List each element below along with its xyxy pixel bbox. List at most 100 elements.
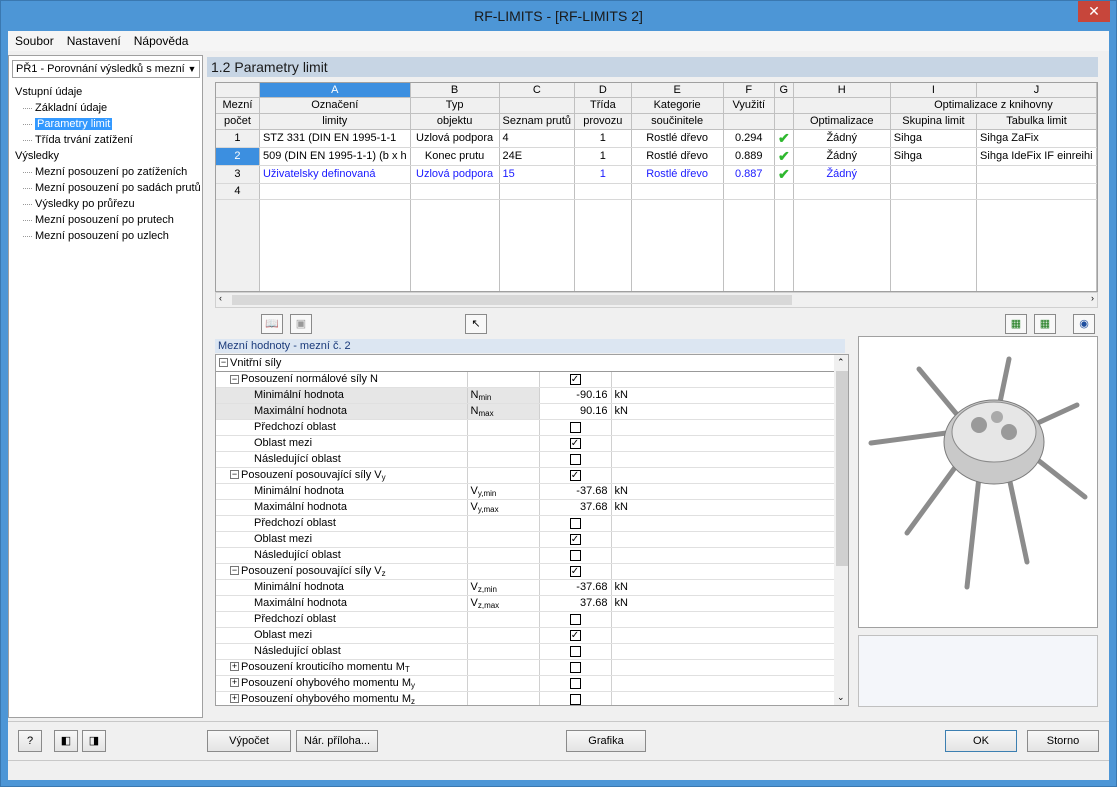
collapse-icon[interactable]: − <box>219 358 228 368</box>
cell-optimization[interactable]: Žádný <box>793 165 891 184</box>
column-letter[interactable]: F <box>723 83 775 98</box>
cell-limit-group[interactable] <box>890 165 978 184</box>
cell-optimization[interactable]: Žádný <box>793 129 891 148</box>
property-row[interactable]: Oblast mezi ✓ <box>216 531 835 548</box>
table-row[interactable]: 2 509 (DIN EN 1995-1-1) (b x h Konec prutu… <box>216 147 1097 166</box>
property-row[interactable]: Následující oblast <box>216 643 835 660</box>
cell-optimization[interactable]: Žádný <box>793 147 891 166</box>
previous-button[interactable]: ◧ <box>54 730 78 752</box>
property-row[interactable]: Maximální hodnota Nmax 90.16 kN <box>216 403 835 420</box>
nav-item[interactable]: Vstupní údaje <box>15 84 201 100</box>
property-row[interactable]: − Posouzení normálové síly N ✓ <box>216 371 835 388</box>
expand-icon[interactable]: + <box>230 662 239 672</box>
collapse-icon[interactable]: − <box>230 374 239 384</box>
value-cell[interactable]: ✓ <box>539 467 612 484</box>
nav-item[interactable]: Mezní posouzení po sadách prutů <box>15 180 201 196</box>
checkbox-checked[interactable]: ✓ <box>569 533 581 545</box>
value-cell[interactable] <box>539 675 612 692</box>
cell-limit-group[interactable]: Sihga <box>890 147 978 166</box>
property-row[interactable]: Předchozí oblast <box>216 419 835 436</box>
cell-designation[interactable]: 509 (DIN EN 1995-1-1) (b x h <box>259 147 411 166</box>
property-row[interactable]: + Posouzení ohybového momentu My <box>216 675 835 692</box>
property-row[interactable]: Oblast mezi ✓ <box>216 435 835 452</box>
checkbox-checked[interactable]: ✓ <box>569 629 581 641</box>
property-row[interactable]: Minimální hodnota Vz,min -37.68 kN <box>216 579 835 596</box>
property-row[interactable]: + Posouzení ohybového momentu Mz <box>216 691 835 705</box>
checkbox-checked[interactable]: ✓ <box>569 469 581 481</box>
cell-object-type[interactable] <box>410 183 500 200</box>
property-row[interactable]: − Vnitřní síly <box>216 355 835 372</box>
nav-item[interactable]: Výsledky <box>15 148 201 164</box>
national-annex-button[interactable]: Nár. příloha... <box>296 730 378 752</box>
collapse-icon[interactable]: − <box>230 566 239 576</box>
checkbox-checked[interactable]: ✓ <box>569 373 581 385</box>
value-cell[interactable] <box>539 611 612 628</box>
vscroll-thumb[interactable] <box>836 371 848 566</box>
cell-optimization[interactable] <box>793 183 891 200</box>
checkbox-checked[interactable]: ✓ <box>569 565 581 577</box>
value-cell[interactable]: 37.68 <box>539 595 612 612</box>
cell-member-list[interactable]: 24E <box>499 147 576 166</box>
row-number[interactable]: 3 <box>216 165 260 184</box>
column-letter[interactable]: C <box>499 83 576 98</box>
nav-item[interactable]: Mezní posouzení po prutech <box>15 212 201 228</box>
property-row[interactable]: + Posouzení krouticího momentu MT <box>216 659 835 676</box>
value-cell[interactable] <box>539 451 612 468</box>
close-button[interactable]: ✕ <box>1078 1 1110 22</box>
value-cell[interactable] <box>539 643 612 660</box>
value-cell[interactable] <box>539 659 612 676</box>
checkbox-unchecked[interactable] <box>569 421 581 433</box>
collapse-icon[interactable]: − <box>230 470 239 480</box>
save-to-library-button[interactable]: ▣ <box>290 314 312 334</box>
view-button[interactable]: ◉ <box>1073 314 1095 334</box>
checkbox-unchecked[interactable] <box>569 661 581 673</box>
cell-category[interactable]: Rostlé dřevo <box>631 147 724 166</box>
value-cell[interactable]: ✓ <box>539 371 612 388</box>
nav-item[interactable]: Výsledky po průřezu <box>15 196 201 212</box>
row-number[interactable]: 4 <box>216 183 260 200</box>
cell-limit-table[interactable] <box>976 165 1097 184</box>
cell-category[interactable]: Rostlé dřevo <box>631 165 724 184</box>
cell-limit-group[interactable] <box>890 183 978 200</box>
table-row[interactable]: 1 STZ 331 (DIN EN 1995-1-1 Uzlová podpora 4… <box>216 129 1097 148</box>
cell-member-list[interactable]: 15 <box>499 165 576 184</box>
cell-designation[interactable] <box>259 183 411 200</box>
property-row[interactable]: Maximální hodnota Vz,max 37.68 kN <box>216 595 835 612</box>
cell-designation[interactable]: Uživatelsky definovaná <box>259 165 411 184</box>
cancel-button[interactable]: Storno <box>1027 730 1099 752</box>
column-letter[interactable]: E <box>631 83 724 98</box>
cell-utilization[interactable]: 0.889 <box>723 147 775 166</box>
column-letter[interactable]: J <box>976 83 1097 98</box>
cell-service-class[interactable]: 1 <box>574 165 632 184</box>
property-row[interactable]: − Posouzení posouvající síly Vz ✓ <box>216 563 835 580</box>
checkbox-unchecked[interactable] <box>569 693 581 705</box>
import-excel-button[interactable]: ▦ <box>1034 314 1056 334</box>
column-letter[interactable]: B <box>410 83 500 98</box>
value-cell[interactable]: -90.16 <box>539 387 612 404</box>
checkbox-checked[interactable]: ✓ <box>569 437 581 449</box>
value-cell[interactable]: 37.68 <box>539 499 612 516</box>
ok-button[interactable]: OK <box>945 730 1017 752</box>
cell-limit-table[interactable] <box>976 183 1097 200</box>
checkbox-unchecked[interactable] <box>569 645 581 657</box>
menu-2[interactable]: Nápověda <box>127 31 195 48</box>
scroll-right-icon[interactable]: › <box>1091 293 1094 303</box>
property-row[interactable]: Maximální hodnota Vy,max 37.68 kN <box>216 499 835 516</box>
column-letter[interactable]: H <box>793 83 891 98</box>
pick-button[interactable]: ↖ <box>465 314 487 334</box>
property-row[interactable]: Předchozí oblast <box>216 611 835 628</box>
nav-item[interactable]: Mezní posouzení po zatíženích <box>15 164 201 180</box>
checkbox-unchecked[interactable] <box>569 517 581 529</box>
calculation-button[interactable]: Výpočet <box>207 730 291 752</box>
value-cell[interactable]: -37.68 <box>539 579 612 596</box>
cell-designation[interactable]: STZ 331 (DIN EN 1995-1-1 <box>259 129 411 148</box>
cell-service-class[interactable] <box>574 183 632 200</box>
value-cell[interactable] <box>539 515 612 532</box>
value-cell[interactable]: ✓ <box>539 563 612 580</box>
value-cell[interactable] <box>539 691 612 705</box>
cell-object-type[interactable]: Uzlová podpora <box>410 129 500 148</box>
scroll-thumb[interactable] <box>232 295 792 305</box>
property-row[interactable]: Následující oblast <box>216 547 835 564</box>
column-letter[interactable]: G <box>774 83 794 98</box>
checkbox-unchecked[interactable] <box>569 549 581 561</box>
